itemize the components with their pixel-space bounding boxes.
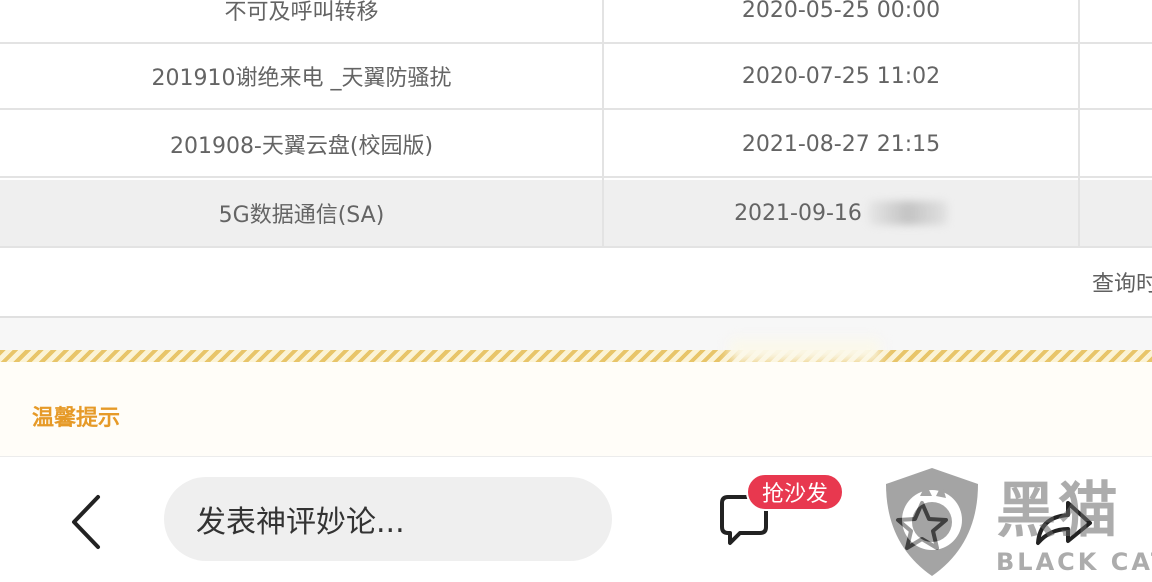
column-divider	[1078, 0, 1080, 248]
time-cell: 2021-08-27 21:15	[741, 131, 941, 157]
service-name-cell: 不可及呼叫转移	[224, 0, 379, 25]
comment-input[interactable]: 发表神评妙论...	[164, 477, 612, 561]
tips-title: 温馨提示	[32, 406, 121, 431]
table-row: 201910谢绝来电 _天翼防骚扰 2020-07-25 11:02	[0, 44, 1152, 110]
sofa-badge[interactable]: 抢沙发	[746, 473, 845, 511]
time-cell: 2020-07-25 11:02	[741, 63, 941, 89]
watermark: 黑猫 BLACK CAT	[880, 462, 1152, 581]
table-row: 5G数据通信(SA) 2021-09-16	[0, 180, 1152, 248]
chevron-left-icon	[72, 495, 100, 549]
time-text: 2021-09-16	[734, 200, 862, 226]
service-name-cell: 5G数据通信(SA)	[218, 203, 385, 228]
stripe-blur	[730, 340, 880, 362]
comment-placeholder: 发表神评妙论...	[196, 505, 405, 540]
decorative-stripe	[0, 350, 1152, 362]
time-cell: 2021-09-16	[603, 180, 1079, 246]
table-footer: 查询时	[0, 248, 1152, 318]
time-cell: 2020-05-25 00:00	[741, 0, 941, 23]
table-row: 不可及呼叫转移 2020-05-25 00:00	[0, 0, 1152, 44]
tips-section: 温馨提示	[0, 362, 1152, 456]
query-time-label: 查询时	[1091, 272, 1152, 297]
service-name-cell: 201908-天翼云盘(校园版)	[169, 134, 434, 159]
section-divider	[0, 318, 1152, 350]
table-row: 201908-天翼云盘(校园版) 2021-08-27 21:15	[0, 112, 1152, 178]
cat-shield-logo	[886, 468, 978, 576]
column-divider	[602, 0, 604, 248]
service-name-cell: 201910谢绝来电 _天翼防骚扰	[151, 66, 452, 91]
back-button[interactable]	[60, 487, 120, 557]
watermark-chars: 黑猫	[996, 476, 1120, 546]
blurred-time	[867, 201, 948, 225]
watermark-text: BLACK CAT	[996, 548, 1152, 576]
